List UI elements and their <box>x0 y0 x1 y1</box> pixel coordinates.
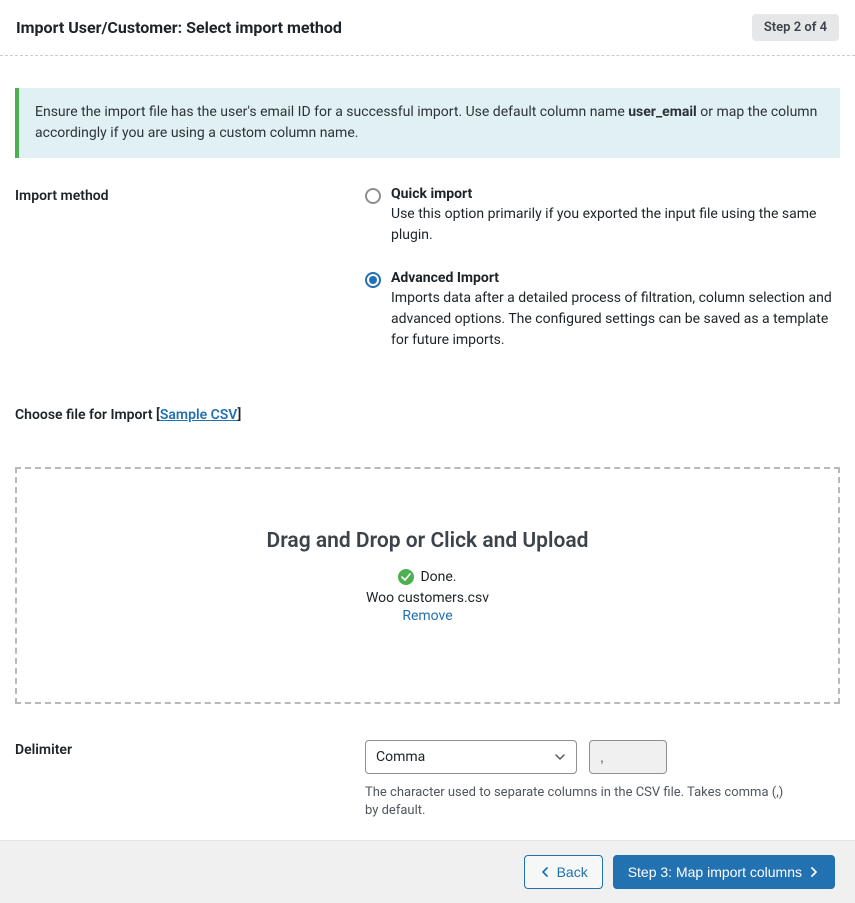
choose-file-suffix: ] <box>238 407 242 423</box>
choose-file-prefix: Choose file for Import [ <box>15 407 160 423</box>
file-dropzone[interactable]: Drag and Drop or Click and Upload Done. … <box>15 467 840 704</box>
import-method-label: Import method <box>15 186 345 351</box>
back-button-label: Back <box>557 864 588 880</box>
chevron-down-icon <box>554 751 566 763</box>
done-text: Done. <box>420 569 456 585</box>
uploaded-file-name: Woo customers.csv <box>37 590 818 606</box>
main-content: Ensure the import file has the user's em… <box>0 88 855 840</box>
delimiter-select-value: Comma <box>376 749 425 765</box>
dropzone-title: Drag and Drop or Click and Upload <box>37 529 818 553</box>
next-step-label: Step 3: Map import columns <box>628 864 802 880</box>
chevron-left-icon <box>539 866 551 878</box>
sample-csv-link[interactable]: Sample CSV <box>160 407 238 423</box>
choose-file-label: Choose file for Import [Sample CSV] <box>15 407 840 423</box>
delimiter-select[interactable]: Comma <box>365 740 577 774</box>
footer-actions: Back Step 3: Map import columns <box>0 840 855 903</box>
chevron-right-icon <box>808 866 820 878</box>
radio-advanced-import[interactable]: Advanced Import Imports data after a det… <box>365 270 840 351</box>
page-header: Import User/Customer: Select import meth… <box>0 0 855 56</box>
radio-input-advanced[interactable] <box>365 272 381 288</box>
radio-quick-title: Quick import <box>391 186 840 202</box>
page-title: Import User/Customer: Select import meth… <box>16 18 342 37</box>
import-method-section: Import method Quick import Use this opti… <box>15 186 840 351</box>
delimiter-section: Delimiter Comma The character used to se… <box>15 740 840 820</box>
info-text-before: Ensure the import file has the user's em… <box>35 104 628 120</box>
next-step-button[interactable]: Step 3: Map import columns <box>613 855 835 889</box>
delimiter-help-text: The character used to separate columns i… <box>365 784 785 820</box>
check-circle-icon <box>398 569 414 585</box>
back-button[interactable]: Back <box>524 855 603 889</box>
radio-advanced-desc: Imports data after a detailed process of… <box>391 288 840 351</box>
step-badge: Step 2 of 4 <box>752 14 839 41</box>
delimiter-label: Delimiter <box>15 740 345 820</box>
upload-done-line: Done. <box>398 569 456 585</box>
info-bold-columnname: user_email <box>628 104 697 120</box>
delimiter-input[interactable] <box>589 740 667 774</box>
radio-advanced-title: Advanced Import <box>391 270 840 286</box>
remove-file-link[interactable]: Remove <box>37 608 818 624</box>
info-notice: Ensure the import file has the user's em… <box>15 88 840 158</box>
import-method-radio-group: Quick import Use this option primarily i… <box>365 186 840 351</box>
radio-quick-import[interactable]: Quick import Use this option primarily i… <box>365 186 840 246</box>
radio-input-quick[interactable] <box>365 188 381 204</box>
radio-quick-desc: Use this option primarily if you exporte… <box>391 204 840 246</box>
